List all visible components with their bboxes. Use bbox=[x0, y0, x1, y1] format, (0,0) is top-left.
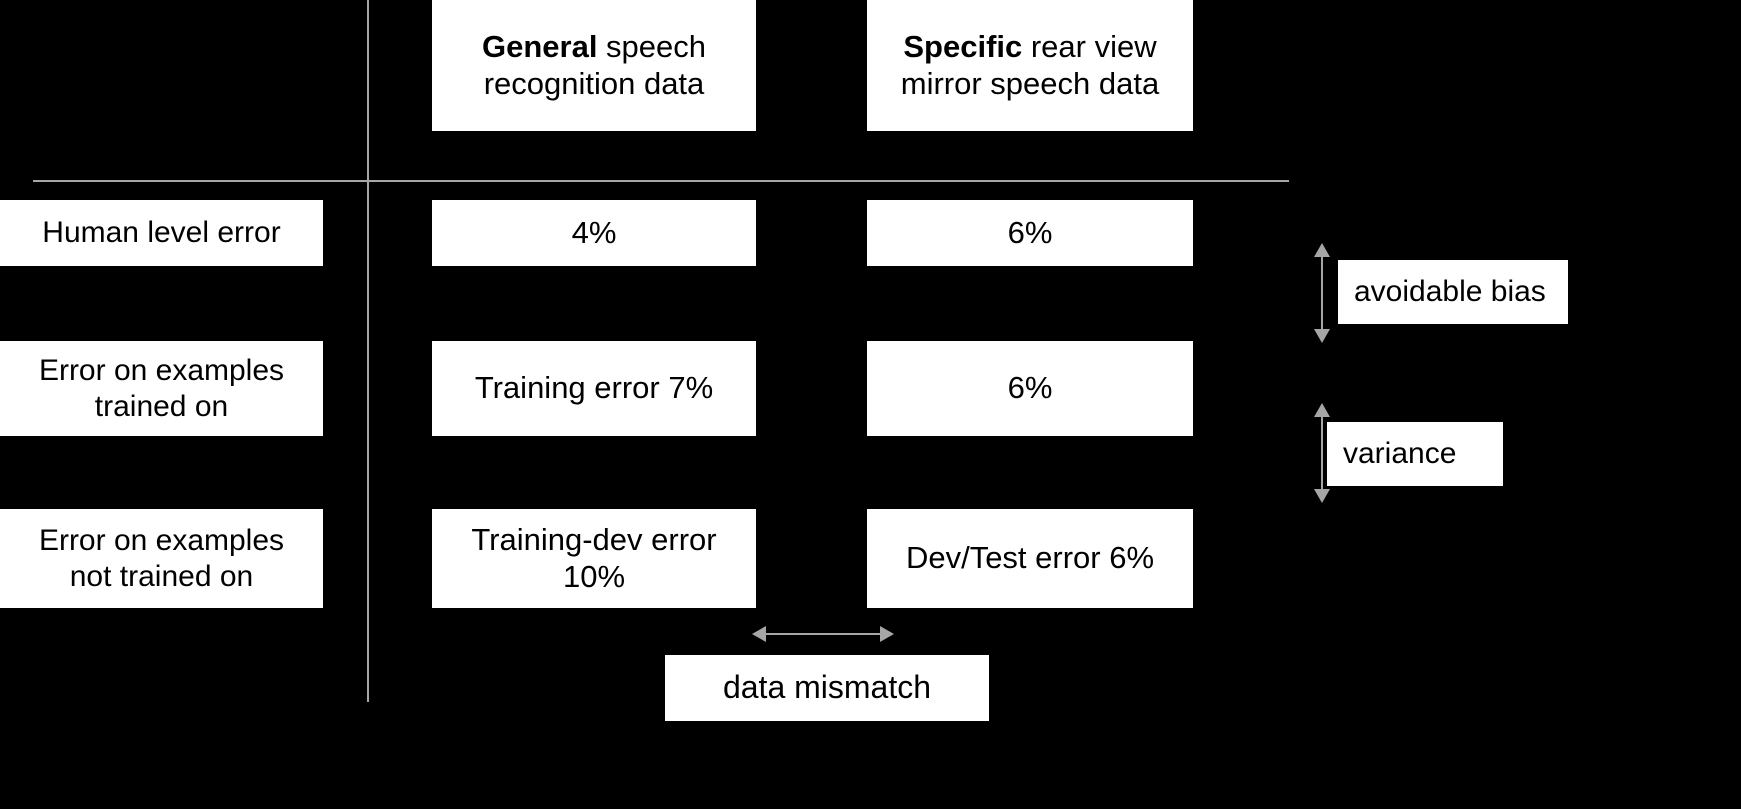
row-label-error-not-trained-on: Error on examples not trained on bbox=[0, 509, 323, 608]
column-header-general-rest: speech bbox=[597, 28, 707, 64]
cell-value: 4% bbox=[571, 214, 617, 250]
row-label-text: Human level error bbox=[42, 216, 281, 250]
column-divider-line bbox=[367, 0, 369, 702]
row-label-text-line2: not trained on bbox=[69, 559, 254, 593]
header-divider-line bbox=[33, 180, 1289, 182]
avoidable-bias-text: avoidable bias bbox=[1354, 275, 1546, 309]
row-label-error-trained-on: Error on examples trained on bbox=[0, 341, 323, 436]
cell-human-level-error-specific: 6% bbox=[867, 200, 1193, 266]
column-header-specific: Specific rear view mirror speech data bbox=[867, 0, 1193, 131]
column-header-specific-line2: mirror speech data bbox=[900, 65, 1160, 101]
cell-value-line2: 10% bbox=[562, 558, 626, 594]
variance-text: variance bbox=[1343, 437, 1457, 471]
row-label-text-line2: trained on bbox=[94, 389, 229, 423]
data-mismatch-label: data mismatch bbox=[665, 655, 989, 721]
cell-value: 6% bbox=[1007, 214, 1053, 250]
column-header-specific-rest: rear view bbox=[1022, 28, 1157, 64]
cell-error-not-trained-on-specific: Dev/Test error 6% bbox=[867, 509, 1193, 608]
column-header-general-line2: recognition data bbox=[483, 65, 705, 101]
cell-value: Dev/Test error 6% bbox=[905, 540, 1155, 576]
row-label-human-level-error: Human level error bbox=[0, 200, 323, 266]
cell-error-trained-on-general: Training error 7% bbox=[432, 341, 756, 436]
cell-human-level-error-general: 4% bbox=[432, 200, 756, 266]
slide-canvas: General speech recognition data Specific… bbox=[0, 0, 1741, 809]
row-label-text-line1: Error on examples bbox=[38, 524, 285, 558]
cell-error-not-trained-on-general: Training-dev error 10% bbox=[432, 509, 756, 608]
data-mismatch-arrow-icon bbox=[752, 622, 894, 646]
cell-error-trained-on-specific: 6% bbox=[867, 341, 1193, 436]
avoidable-bias-label: avoidable bias bbox=[1338, 260, 1568, 324]
avoidable-bias-arrow-icon bbox=[1310, 243, 1334, 343]
data-mismatch-text: data mismatch bbox=[722, 669, 932, 706]
cell-value: 6% bbox=[1007, 370, 1053, 406]
column-header-general: General speech recognition data bbox=[432, 0, 756, 131]
variance-label: variance bbox=[1327, 422, 1503, 486]
cell-value-line1: Training-dev error bbox=[471, 521, 717, 557]
cell-value: Training error 7% bbox=[474, 370, 714, 406]
row-label-text-line1: Error on examples bbox=[38, 354, 285, 388]
column-header-general-bold: General bbox=[481, 28, 598, 64]
column-header-specific-bold: Specific bbox=[903, 28, 1023, 64]
